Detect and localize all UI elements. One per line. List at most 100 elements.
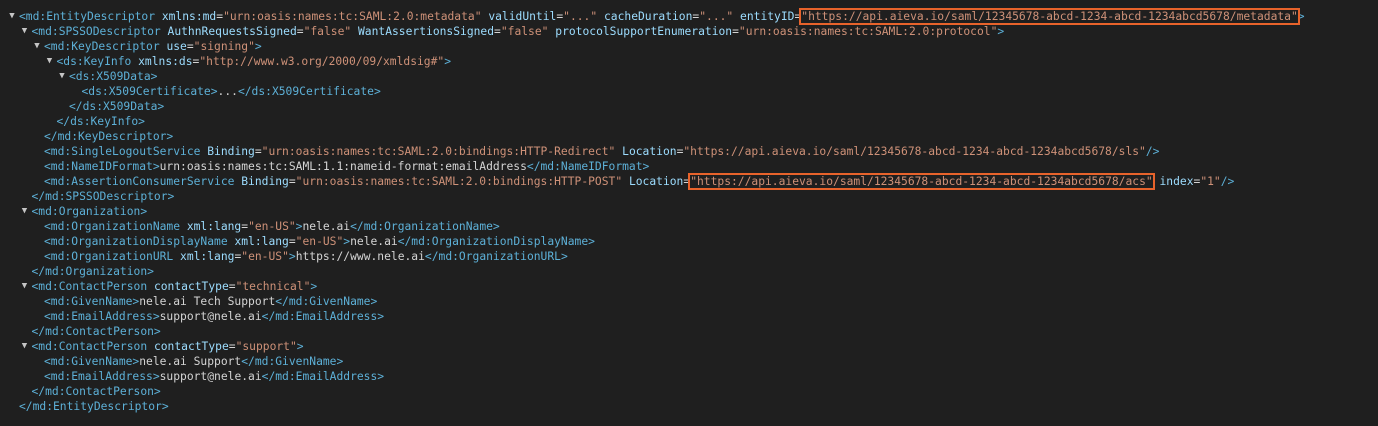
expand-triangle-icon[interactable]: ▼ xyxy=(31,39,43,54)
xml-tag: </md:EntityDescriptor> xyxy=(19,400,169,413)
xml-text: = xyxy=(186,40,194,53)
xml-text: https://www.nele.ai xyxy=(295,250,425,263)
xml-line-content: </md:SPSSODescriptor> xyxy=(32,189,175,204)
xml-attr-name: Location xyxy=(628,175,684,188)
xml-attr-value: "https://api.aieva.io/saml/12345678-abcd… xyxy=(683,145,1146,158)
xml-tag: </ds:X509Certificate> xyxy=(237,85,381,98)
xml-line: </md:KeyDescriptor> xyxy=(0,129,1378,144)
expand-triangle-icon[interactable]: ▼ xyxy=(19,24,31,39)
xml-text: = xyxy=(288,235,296,248)
xml-text: urn:oasis:names:tc:SAML:1.1:nameid-forma… xyxy=(159,160,527,173)
xml-line: ▼ <md:EntityDescriptor xmlns:md="urn:oasi… xyxy=(0,8,1378,25)
xml-attr-name: Binding xyxy=(241,175,289,188)
xml-tag: </md:Organization> xyxy=(31,265,154,278)
xml-text xyxy=(597,10,604,23)
xml-tag: /> xyxy=(1220,175,1235,188)
xml-attr-value: "en-US" xyxy=(295,235,344,248)
xml-attr-name: protocolSupportEnumeration xyxy=(555,25,733,38)
xml-line-content: <md:EmailAddress>support@nele.ai</md:Ema… xyxy=(44,369,384,384)
xml-line-content: <md:NameIDFormat>urn:oasis:names:tc:SAML… xyxy=(44,159,649,174)
xml-line: ▼ <ds:KeyInfo xmlns:ds="http://www.w3.org… xyxy=(0,54,1378,69)
expand-triangle-icon[interactable]: ▼ xyxy=(44,54,56,69)
xml-tag: </md:ContactPerson> xyxy=(31,325,161,338)
xml-tag: </ds:KeyInfo> xyxy=(56,115,145,128)
expand-triangle-icon[interactable]: ▼ xyxy=(6,9,18,24)
xml-line-content: <md:SPSSODescriptor AuthnRequestsSigned=… xyxy=(32,24,1005,39)
xml-attr-name: entityID xyxy=(740,10,795,23)
xml-tag: <md:ContactPerson xyxy=(31,340,154,353)
xml-attr-name: contactType xyxy=(153,340,229,353)
xml-tag: </ds:X509Data> xyxy=(69,100,165,113)
xml-attr-name: xml:lang xyxy=(186,220,242,233)
xml-tag: <md:Organization> xyxy=(31,205,148,218)
xml-tag: <md:OrganizationURL xyxy=(44,250,181,263)
xml-tag: > xyxy=(1297,10,1305,23)
xml-line: ▼ <md:ContactPerson contactType="support"… xyxy=(0,339,1378,354)
xml-attr-value: "technical" xyxy=(235,280,311,293)
xml-tag: <ds:X509Certificate> xyxy=(81,85,218,98)
xml-text: = xyxy=(288,175,296,188)
xml-attr-value: "en-US" xyxy=(241,250,289,263)
xml-tag: <md:AssertionConsumerService xyxy=(44,175,242,188)
xml-attr-value: "http://www.w3.org/2000/09/xmldsig#" xyxy=(199,55,445,68)
xml-line: <md:AssertionConsumerService Binding="ur… xyxy=(0,173,1378,190)
xml-tag: /> xyxy=(1145,145,1160,158)
xml-attr-name: xml:lang xyxy=(234,235,289,248)
xml-attr-name: use xyxy=(166,40,187,53)
xml-attr-value: "signing" xyxy=(193,40,255,53)
xml-text: nele.ai Tech Support xyxy=(139,295,276,308)
xml-tag: <md:EntityDescriptor xyxy=(19,10,162,23)
xml-tag: </md:GivenName> xyxy=(241,355,344,368)
xml-attr-value: "support" xyxy=(235,340,297,353)
xml-tag: > xyxy=(997,25,1005,38)
xml-attr-value: "urn:oasis:names:tc:SAML:2.0:protocol" xyxy=(738,25,998,38)
xml-line-content: <md:ContactPerson contactType="support"> xyxy=(32,339,304,354)
xml-attr-value: "urn:oasis:names:tc:SAML:2.0:bindings:HT… xyxy=(295,175,623,188)
xml-line: ▼ <md:Organization> xyxy=(0,204,1378,219)
xml-attr-value: "false" xyxy=(500,25,549,38)
xml-tree-viewer: ▼ <md:EntityDescriptor xmlns:md="urn:oasi… xyxy=(0,0,1378,414)
xml-text: support@nele.ai xyxy=(159,370,262,383)
xml-attr-name: Location xyxy=(622,145,677,158)
xml-line: ▼ <ds:X509Data> xyxy=(0,69,1378,84)
expand-triangle-icon[interactable]: ▼ xyxy=(19,204,31,219)
xml-line-content: </md:ContactPerson> xyxy=(32,384,161,399)
xml-tag: </md:OrganizationURL> xyxy=(424,250,568,263)
xml-tag: <ds:KeyInfo xyxy=(56,55,139,68)
xml-line: </ds:X509Data> xyxy=(0,99,1378,114)
xml-tag: </md:KeyDescriptor> xyxy=(44,130,174,143)
xml-attr-value: "..." xyxy=(699,10,734,23)
xml-line: </md:Organization> xyxy=(0,264,1378,279)
xml-line: <md:OrganizationName xml:lang="en-US">ne… xyxy=(0,219,1378,234)
xml-tag: <md:SPSSODescriptor xyxy=(31,25,168,38)
xml-line-content: <ds:X509Certificate>...</ds:X509Certific… xyxy=(82,84,381,99)
xml-line: <md:OrganizationURL xml:lang="en-US">htt… xyxy=(0,249,1378,264)
xml-line-content: <md:EntityDescriptor xmlns:md="urn:oasis… xyxy=(19,8,1305,25)
xml-line-content: <ds:KeyInfo xmlns:ds="http://www.w3.org/… xyxy=(57,54,452,69)
xml-tag: </md:GivenName> xyxy=(275,295,378,308)
xml-line-content: </md:ContactPerson> xyxy=(32,324,161,339)
xml-line-content: </md:EntityDescriptor> xyxy=(19,399,169,414)
xml-text: = xyxy=(296,25,304,38)
expand-triangle-icon[interactable]: ▼ xyxy=(19,339,31,354)
xml-tag: <md:GivenName> xyxy=(44,355,140,368)
xml-text xyxy=(351,25,358,38)
xml-line: </md:ContactPerson> xyxy=(0,324,1378,339)
xml-tag: <md:ContactPerson xyxy=(31,280,154,293)
xml-line: <md:GivenName>nele.ai Tech Support</md:G… xyxy=(0,294,1378,309)
xml-text: support@nele.ai xyxy=(159,310,262,323)
xml-attr-name: AuthnRequestsSigned xyxy=(167,25,297,38)
expand-triangle-icon[interactable]: ▼ xyxy=(19,279,31,294)
xml-line-content: <md:EmailAddress>support@nele.ai</md:Ema… xyxy=(44,309,384,324)
highlighted-url: "https://api.aieva.io/saml/12345678-abcd… xyxy=(799,8,1300,25)
xml-tag: </md:EmailAddress> xyxy=(261,370,385,383)
xml-attr-value: "urn:oasis:names:tc:SAML:2.0:metadata" xyxy=(223,10,482,23)
xml-line: <md:EmailAddress>support@nele.ai</md:Ema… xyxy=(0,309,1378,324)
xml-text: nele.ai Support xyxy=(139,355,242,368)
xml-text xyxy=(622,175,629,188)
xml-line: <md:SingleLogoutService Binding="urn:oas… xyxy=(0,144,1378,159)
xml-text: nele.ai xyxy=(350,235,398,248)
xml-attr-value: "en-US" xyxy=(248,220,296,233)
xml-line-content: </ds:KeyInfo> xyxy=(57,114,145,129)
expand-triangle-icon[interactable]: ▼ xyxy=(56,69,68,84)
